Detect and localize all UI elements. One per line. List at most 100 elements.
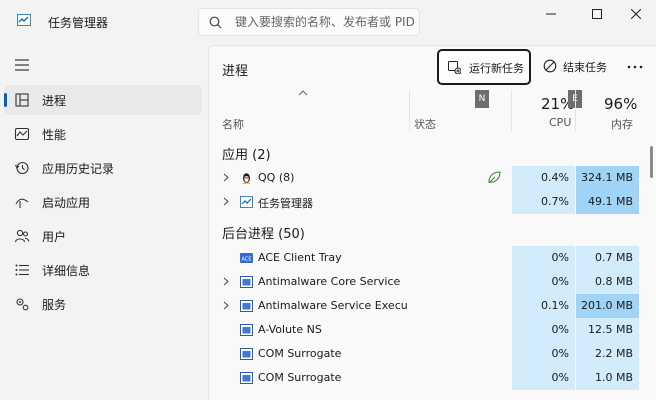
cpu-cell: 0% — [512, 318, 575, 342]
table-row[interactable]: A-Volute NS 0% 12.5 MB — [209, 318, 639, 342]
sidebar-item-label: 进程 — [42, 94, 67, 108]
memory-value: 12.5 MB — [587, 323, 633, 336]
cpu-value: 0.1% — [541, 299, 569, 312]
table-row[interactable]: COM Surrogate 0% 2.2 MB — [209, 342, 639, 366]
column-header-status[interactable]: 状态 — [414, 116, 436, 132]
page-title: 进程 — [222, 64, 249, 79]
cpu-cell: 0% — [512, 246, 575, 270]
window-icon — [240, 372, 253, 384]
chevron-right-icon[interactable] — [223, 277, 229, 286]
cpu-value: 0% — [551, 251, 569, 264]
scrollbar-thumb[interactable] — [650, 146, 653, 178]
sidebar-item-details[interactable]: 详细信息 — [4, 255, 202, 285]
table-row[interactable]: ACE ACE Client Tray 0% 0.7 MB — [209, 246, 639, 270]
cpu-value: 0.4% — [541, 171, 569, 184]
process-name: Antimalware Service Execut... — [258, 299, 408, 312]
column-header-name[interactable]: 名称 — [222, 116, 244, 132]
ace-icon: ACE — [240, 253, 253, 263]
group-header-background[interactable]: 后台进程 (50) — [222, 223, 305, 242]
sidebar-item-label: 用户 — [42, 230, 67, 244]
search-box[interactable] — [198, 8, 420, 36]
startup-apps-icon — [15, 198, 29, 208]
minimize-button[interactable] — [531, 0, 571, 28]
column-divider[interactable] — [575, 90, 576, 132]
memory-cell: 2.2 MB — [576, 342, 639, 366]
process-name: Antimalware Core Service — [258, 275, 401, 288]
more-options-icon[interactable] — [621, 56, 649, 78]
end-task-button[interactable]: 结束任务 — [539, 52, 613, 82]
window-icon — [240, 276, 253, 288]
chevron-right-icon[interactable] — [223, 173, 229, 182]
memory-total-percent: 96% — [604, 95, 638, 113]
memory-cell: 49.1 MB — [576, 190, 639, 214]
active-indicator — [4, 93, 7, 107]
process-name: ACE Client Tray — [258, 251, 342, 264]
hamburger-menu-icon[interactable] — [12, 57, 34, 73]
task-manager-icon — [240, 196, 253, 208]
sidebar-item-users[interactable]: 用户 — [4, 221, 202, 251]
app-title: 任务管理器 — [48, 16, 109, 30]
minimize-icon — [546, 13, 556, 15]
task-manager-app-icon — [17, 14, 31, 26]
app-history-icon — [15, 161, 29, 175]
users-icon — [14, 229, 30, 243]
sidebar-item-app-history[interactable]: 应用历史记录 — [4, 153, 202, 183]
end-task-icon — [543, 59, 557, 73]
memory-value: 49.1 MB — [587, 195, 633, 208]
process-name: 任务管理器 — [258, 197, 313, 210]
table-row[interactable]: Antimalware Service Execut... 0.1% 201.0… — [209, 294, 639, 318]
maximize-icon — [592, 9, 602, 19]
process-name: COM Surrogate — [258, 347, 342, 360]
table-row[interactable]: Antimalware Core Service 0% 0.8 MB — [209, 270, 639, 294]
sidebar-item-services[interactable]: 服务 — [4, 289, 202, 319]
title-bar: 任务管理器 — [0, 0, 656, 45]
efficiency-leaf-icon — [488, 171, 501, 184]
end-task-label: 结束任务 — [563, 61, 607, 74]
group-header-apps[interactable]: 应用 (2) — [222, 144, 271, 163]
close-icon — [631, 9, 641, 19]
sidebar-item-startup-apps[interactable]: 启动应用 — [4, 187, 202, 217]
chevron-right-icon[interactable] — [223, 301, 229, 310]
process-name: A-Volute NS — [258, 323, 322, 336]
column-divider[interactable] — [409, 90, 410, 132]
memory-cell: 1.0 MB — [576, 366, 639, 390]
window-icon — [240, 300, 253, 312]
search-icon — [209, 16, 222, 29]
memory-cell: 324.1 MB — [576, 166, 639, 190]
sidebar-item-label: 性能 — [42, 128, 67, 142]
table-row[interactable]: 任务管理器 0.7% 49.1 MB — [209, 190, 639, 214]
maximize-button[interactable] — [577, 0, 617, 28]
cpu-value: 0% — [551, 347, 569, 360]
close-button[interactable] — [616, 0, 656, 28]
column-divider[interactable] — [511, 90, 512, 132]
memory-value: 0.7 MB — [594, 251, 633, 264]
column-header-memory[interactable]: 内存 — [611, 116, 633, 132]
cpu-value: 0.7% — [541, 195, 569, 208]
performance-icon — [14, 127, 30, 141]
run-new-task-icon — [448, 61, 461, 74]
table-row[interactable]: QQ (8) 0.4% 324.1 MB — [209, 166, 639, 190]
memory-value: 201.0 MB — [580, 299, 633, 312]
sort-ascending-icon[interactable] — [298, 90, 308, 96]
table-row[interactable]: COM Surrogate 0% 1.0 MB — [209, 366, 639, 390]
sidebar-item-performance[interactable]: 性能 — [4, 119, 202, 149]
main-panel: 进程 运行新任务 结束任务 名称 状态 N 21% E CPU 96% 内存 应… — [208, 45, 656, 400]
cpu-cell: 0.4% — [512, 166, 575, 190]
cpu-value: 0% — [551, 323, 569, 336]
badge-n: N — [475, 90, 489, 108]
memory-cell: 201.0 MB — [576, 294, 639, 318]
memory-cell: 0.8 MB — [576, 270, 639, 294]
process-name: QQ (8) — [258, 171, 295, 184]
column-header-cpu[interactable]: CPU — [549, 116, 571, 129]
sidebar-item-processes[interactable]: 进程 — [4, 85, 202, 115]
details-icon — [15, 264, 29, 276]
svg-text:ACE: ACE — [242, 257, 252, 263]
memory-value: 324.1 MB — [580, 171, 633, 184]
chevron-right-icon[interactable] — [223, 197, 229, 206]
run-new-task-button[interactable]: 运行新任务 — [437, 49, 531, 85]
cpu-value: 0% — [551, 371, 569, 384]
search-input[interactable] — [235, 13, 415, 31]
cpu-value: 0% — [551, 275, 569, 288]
qq-penguin-icon — [242, 173, 251, 184]
run-new-task-label: 运行新任务 — [469, 62, 524, 75]
